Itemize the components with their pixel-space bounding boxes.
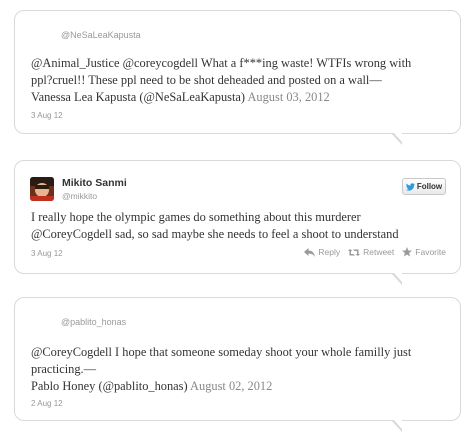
mention-link[interactable]: @Animal_Justice <box>31 56 123 70</box>
tweet-card-1: @NeSaLeaKapusta @Animal_Justice @coreyco… <box>14 10 461 145</box>
retweet-icon <box>348 248 361 256</box>
user-handle[interactable]: @mikkito <box>62 191 97 201</box>
tweet-timestamp[interactable]: 3 Aug 12 <box>31 111 63 120</box>
reply-action[interactable]: Reply <box>304 247 340 257</box>
tweet-text: @CoreyCogdell I hope that someone someda… <box>31 345 412 393</box>
avatar[interactable] <box>30 177 54 201</box>
reply-icon <box>304 247 316 257</box>
follow-button[interactable]: Follow <box>402 178 446 195</box>
twitter-bird-icon <box>405 182 415 191</box>
tweet-date-link[interactable]: August 03, 2012 <box>247 90 329 104</box>
card-tail <box>391 419 402 432</box>
tweet-text: I really hope the olympic games do somet… <box>31 210 399 241</box>
tweet-handle[interactable]: @pablito_honas <box>61 317 126 327</box>
tweet-card-2: Mikito Sanmi @mikkito Follow I really ho… <box>14 160 461 285</box>
favorite-action[interactable]: Favorite <box>402 247 446 257</box>
card-tail <box>391 272 402 285</box>
user-name[interactable]: Mikito Sanmi <box>62 177 127 189</box>
star-icon <box>402 247 413 257</box>
follow-label: Follow <box>416 182 443 191</box>
card-tail <box>391 132 402 145</box>
tweet-timestamp[interactable]: 3 Aug 12 <box>31 249 63 258</box>
tweet-handle[interactable]: @NeSaLeaKapusta <box>61 30 141 40</box>
tweet-text: @Animal_Justice @coreycogdell What a f**… <box>31 56 412 104</box>
retweet-action[interactable]: Retweet <box>348 247 394 257</box>
mention-link[interactable]: @coreycogdell <box>123 56 198 70</box>
avatar-image <box>30 177 54 201</box>
tweet-date-link[interactable]: August 02, 2012 <box>190 379 272 393</box>
tweet-card-3: @pablito_honas @CoreyCogdell I hope that… <box>14 297 461 432</box>
tweet-timestamp[interactable]: 2 Aug 12 <box>31 399 63 408</box>
tweet-actions: Reply Retweet Favorite <box>304 247 446 257</box>
